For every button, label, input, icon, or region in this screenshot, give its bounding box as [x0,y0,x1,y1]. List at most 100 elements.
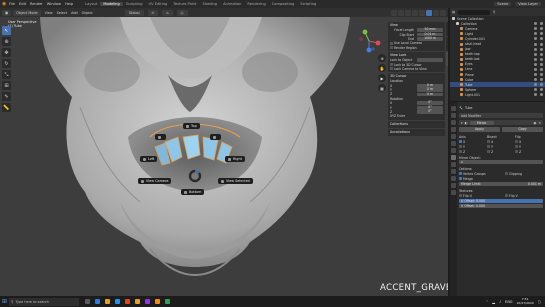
eye-icon[interactable] [534,73,537,77]
scene-tab-icon[interactable] [451,134,456,139]
eye-icon[interactable] [534,67,537,71]
outliner-display-icon[interactable]: ▤ [452,10,455,14]
folder-icon[interactable] [135,299,140,304]
tab-layout[interactable]: Layout [82,2,100,6]
particles-tab-icon[interactable] [451,162,456,167]
clip-end-field[interactable]: 1000 m [417,36,443,41]
pie-left-button[interactable]: Left [140,156,158,162]
menu-window[interactable]: Window [47,2,61,6]
measure-icon[interactable]: 📏 [2,103,11,112]
v-offset-field[interactable]: V Offset: 0.000 [459,203,543,208]
menu-help[interactable]: Help [65,2,73,6]
modifier-tab-icon[interactable] [451,155,456,160]
eye-icon[interactable] [534,52,537,56]
bisect-y-checkbox[interactable]: Y [487,145,515,149]
render-region-checkbox[interactable]: Render Region [390,46,417,50]
3d-viewport[interactable]: User Perspective (1) Tube ↖ ⊕ ✥ ↻ ⤡ ⊞ ✎ … [0,17,448,296]
mirror-object-field[interactable]: ▫ [459,160,543,164]
axis-z-checkbox[interactable]: Z [459,150,487,154]
tab-modeling[interactable]: Modeling [100,2,123,6]
pie-bottom-button[interactable]: Bottom [181,189,205,195]
modifier-visibility-icon[interactable]: ◉ [534,121,537,125]
menu-edit[interactable]: Edit [19,2,26,6]
store-icon[interactable] [115,299,120,304]
orientation-selector[interactable]: Global [124,9,144,16]
camera-render-icon[interactable] [540,78,543,82]
add-modifier-button[interactable]: Add Modifier [459,113,543,118]
rotate-icon[interactable]: ↻ [2,59,11,68]
modifier-delete-icon[interactable]: ✕ [538,121,541,125]
cursor-section-title[interactable]: 3D Cursor [390,74,443,78]
eye-icon[interactable] [534,78,537,82]
move-icon[interactable]: ✥ [2,48,11,57]
edge-icon[interactable] [95,299,100,304]
rendered-shading-icon[interactable] [440,9,446,16]
camera-render-icon[interactable] [540,27,543,31]
object-tab-icon[interactable] [451,148,456,153]
filter-icon[interactable]: ⚲ [493,10,495,14]
camera-render-icon[interactable] [540,73,543,77]
menu-select[interactable]: Select [57,11,67,15]
tab-view[interactable] [446,52,448,66]
eye-icon[interactable] [534,47,537,51]
pie-view-camera-button[interactable]: View Camera [138,178,172,184]
outliner-search-input[interactable] [458,9,491,15]
eye-icon[interactable] [534,93,537,97]
menu-file[interactable]: File [9,2,15,6]
task-view-icon[interactable] [85,299,90,304]
camera-render-icon[interactable] [540,62,543,66]
copy-button[interactable]: Copy [502,127,543,132]
render-tab-icon[interactable] [451,113,456,118]
u-offset-field[interactable]: U Offset: 0.000 [459,198,543,203]
flip-y-checkbox[interactable]: Y [515,145,543,149]
tab-item[interactable] [446,22,448,36]
bisect-x-checkbox[interactable]: X [487,140,515,144]
view-section-title[interactable]: View [390,23,443,27]
visibility-icon[interactable] [391,9,397,16]
mirror-modifier-header[interactable]: ▾ ◧ Mirror ◉ ✕ [459,120,543,125]
tool-tab-icon[interactable] [451,106,456,111]
notifications-icon[interactable]: ▢ [538,300,541,304]
editor-type-button[interactable]: ▣ [2,9,12,16]
camera-render-icon[interactable] [540,57,543,61]
cursor-rot-z[interactable]: 0° [417,109,443,114]
solid-shading-icon[interactable] [426,9,432,16]
camera-view-icon[interactable]: ▶ [378,74,386,82]
rotation-mode-select[interactable]: XYZ Euler [390,114,405,118]
firefox-icon[interactable] [125,299,130,304]
menu-view[interactable]: View [45,11,53,15]
material-shading-icon[interactable] [433,9,439,16]
blender-logo-icon[interactable]: ◉ [2,1,7,7]
tray-up-icon[interactable]: ⌃ [486,300,489,304]
tab-uv-editing[interactable]: UV Editing [146,2,171,6]
eye-icon[interactable] [534,62,537,66]
select-box-icon[interactable]: ↖ [2,26,11,35]
scale-icon[interactable]: ⤡ [2,70,11,79]
tab-animation[interactable]: Animation [220,2,244,6]
cursor-loc-z[interactable]: 0 m [417,92,443,97]
menu-object[interactable]: Object [82,11,93,15]
eye-icon[interactable] [534,88,537,92]
camera-render-icon[interactable] [540,52,543,56]
tab-texture-paint[interactable]: Texture Paint [170,2,199,6]
flip-x-checkbox[interactable]: X [515,140,543,144]
proportional-icon[interactable]: ◎ [176,9,188,16]
app-icon-2[interactable] [165,299,170,304]
lock-3d-cursor-checkbox[interactable]: Lock to 3D Cursor [390,63,422,67]
eye-icon[interactable] [534,42,537,46]
pie-top-button[interactable]: Top [183,123,200,129]
view-layer-selector[interactable]: View Layer [515,2,541,6]
clipping-checkbox[interactable]: Clipping [505,172,543,176]
annotate-icon[interactable]: ✎ [2,92,11,101]
local-camera-checkbox[interactable]: Use Local Camera [390,41,422,45]
menu-render[interactable]: Render [30,2,43,6]
pie-back-right-button[interactable] [210,134,221,140]
eye-icon[interactable] [534,32,537,36]
windows-start-icon[interactable]: ⊞ [0,296,9,307]
pan-icon[interactable]: ✋ [378,64,386,72]
app-icon[interactable] [145,299,150,304]
vertex-groups-checkbox[interactable]: Vertex Groups [459,172,486,176]
overlay-icon[interactable] [405,9,411,16]
language-indicator[interactable]: ENG [505,300,512,304]
constraints-tab-icon[interactable] [451,176,456,181]
